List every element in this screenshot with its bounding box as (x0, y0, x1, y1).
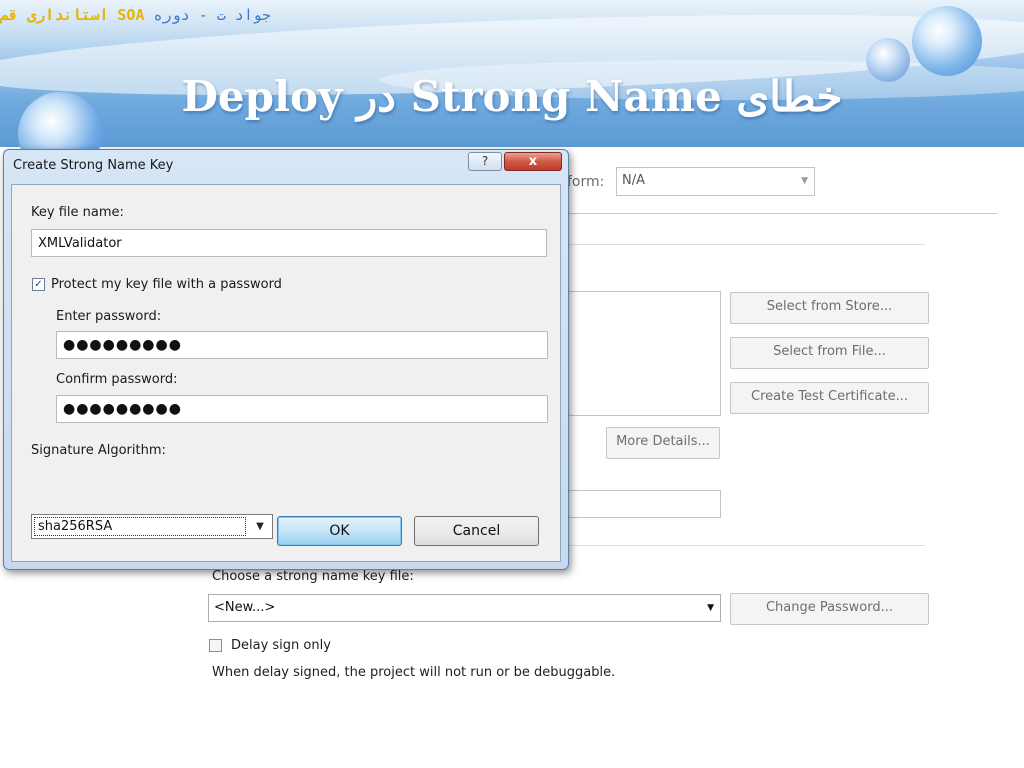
signature-algorithm-value: sha256RSA (34, 517, 246, 536)
slide-header: جواد ت - دوره SOA استانداری قم خطای Stro… (0, 0, 1024, 147)
cancel-button[interactable]: Cancel (414, 516, 539, 546)
confirm-password-label: Confirm password: (56, 372, 178, 387)
create-test-certificate-button[interactable]: Create Test Certificate... (730, 382, 929, 414)
confirm-password-input[interactable]: ●●●●●●●●● (56, 395, 548, 423)
subtitle-name: جواد ت (216, 6, 271, 24)
key-file-name-input[interactable]: XMLValidator (31, 229, 547, 257)
timestamp-url-input[interactable] (567, 490, 721, 518)
divider (567, 213, 997, 214)
platform-label: form: (567, 174, 605, 190)
protect-password-checkbox[interactable]: ✓ (32, 278, 45, 291)
chevron-down-icon: ▼ (707, 603, 714, 613)
enter-password-input[interactable]: ●●●●●●●●● (56, 331, 548, 359)
signature-algorithm-select[interactable]: sha256RSA ▼ (31, 514, 273, 539)
dialog-body: Key file name: XMLValidator ✓ Protect my… (11, 184, 561, 562)
platform-value: N/A (622, 173, 645, 188)
key-file-name-label: Key file name: (31, 205, 124, 220)
enter-password-label: Enter password: (56, 309, 162, 324)
bubble-decoration (912, 6, 982, 76)
more-details-button[interactable]: More Details... (606, 427, 720, 459)
signature-algorithm-label: Signature Algorithm: (31, 443, 166, 458)
close-button[interactable]: x (504, 152, 562, 171)
ok-button[interactable]: OK (277, 516, 402, 546)
platform-combo[interactable]: N/A ▼ (616, 167, 815, 196)
certificate-listbox[interactable] (567, 291, 721, 416)
create-strong-name-key-dialog: Create Strong Name Key ? x Key file name… (3, 149, 569, 570)
delay-sign-note: When delay signed, the project will not … (212, 665, 616, 680)
divider (567, 545, 925, 546)
slide-subtitle: جواد ت - دوره SOA استانداری قم (0, 6, 380, 28)
key-file-combo[interactable]: <New...> ▼ (208, 594, 721, 622)
protect-password-label: Protect my key file with a password (51, 277, 282, 292)
key-file-value: <New...> (214, 600, 276, 615)
divider (567, 244, 925, 245)
subtitle-dash: - (198, 6, 208, 24)
chevron-down-icon: ▼ (801, 176, 808, 186)
key-file-label: Choose a strong name key file: (212, 569, 414, 584)
chevron-down-icon: ▼ (256, 521, 264, 532)
subtitle-course-after: استانداری قم (0, 6, 109, 24)
delay-sign-label: Delay sign only (231, 638, 331, 653)
delay-sign-checkbox[interactable] (209, 639, 222, 652)
change-password-button[interactable]: Change Password... (730, 593, 929, 625)
slide-title: خطای Strong Name در Deploy (181, 72, 843, 121)
subtitle-soa: SOA (117, 6, 145, 24)
help-button[interactable]: ? (468, 152, 502, 171)
select-from-file-button[interactable]: Select from File... (730, 337, 929, 369)
subtitle-course-before: دوره (153, 6, 190, 24)
dialog-title: Create Strong Name Key (13, 158, 174, 173)
select-from-store-button[interactable]: Select from Store... (730, 292, 929, 324)
